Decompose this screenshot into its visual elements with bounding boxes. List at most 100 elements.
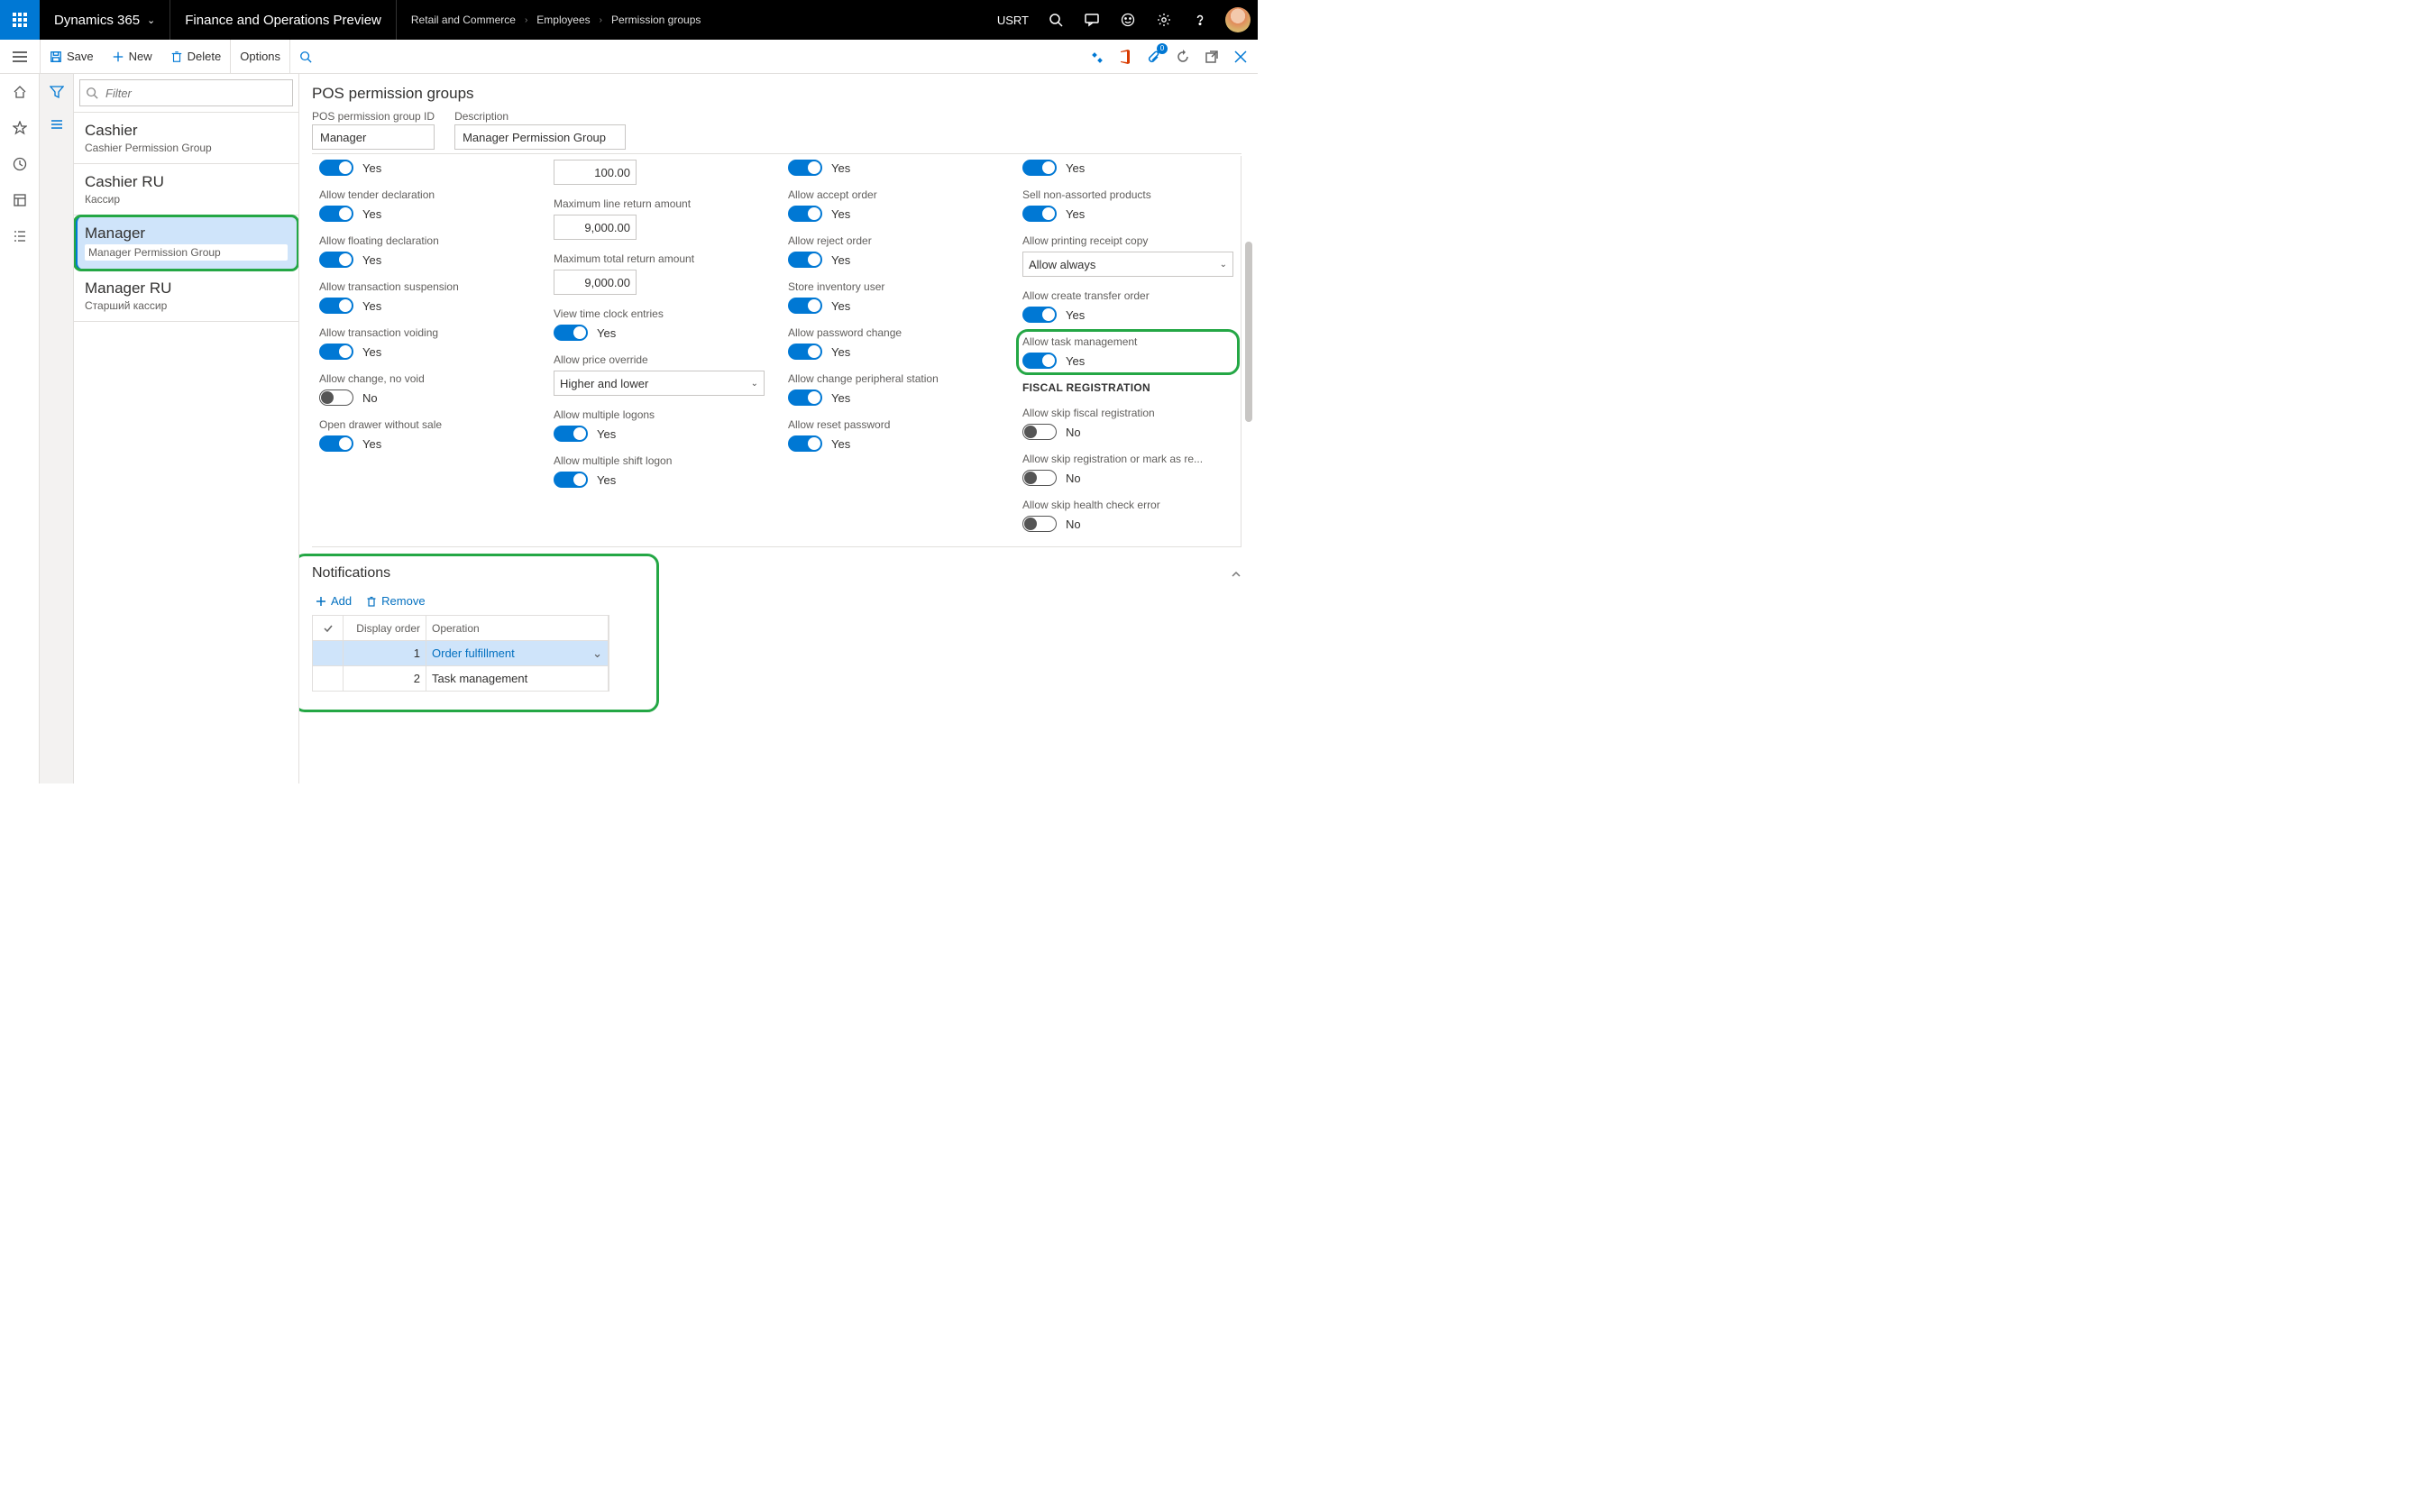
field-label: Maximum total return amount xyxy=(554,252,765,265)
save-button[interactable]: Save xyxy=(40,40,103,73)
list-view-button[interactable] xyxy=(44,112,69,137)
col-display-order[interactable]: Display order xyxy=(344,616,426,640)
list-filter-box[interactable] xyxy=(79,79,293,106)
table-row[interactable]: 2Task management xyxy=(313,666,609,692)
toggle-switch[interactable] xyxy=(788,160,822,176)
toggle-switch[interactable] xyxy=(554,426,588,442)
list-filter-input[interactable] xyxy=(104,86,287,101)
toggle-switch[interactable] xyxy=(319,298,353,314)
notif-add-button[interactable]: Add xyxy=(316,594,352,608)
form-field: Allow accept orderYes xyxy=(788,188,999,222)
breadcrumb-item[interactable]: Employees xyxy=(536,14,590,26)
col-operation[interactable]: Operation xyxy=(426,616,609,640)
delete-button[interactable]: Delete xyxy=(161,40,231,73)
list-item[interactable]: Cashier RUКассир xyxy=(74,164,298,215)
refresh-button[interactable] xyxy=(1171,45,1195,69)
table-row[interactable]: 1Order fulfillment⌄ xyxy=(313,641,609,666)
toggle-switch[interactable] xyxy=(319,344,353,360)
toggle-switch[interactable] xyxy=(788,389,822,406)
office-button[interactable] xyxy=(1113,45,1137,69)
toggle-switch[interactable] xyxy=(554,472,588,488)
dropdown[interactable]: Allow always⌄ xyxy=(1022,252,1233,277)
collapse-button[interactable] xyxy=(1231,569,1241,582)
app-launcher[interactable] xyxy=(0,0,40,40)
nav-pane-toggle[interactable] xyxy=(0,40,40,74)
toggle-switch[interactable] xyxy=(788,435,822,452)
attachments-button[interactable]: 0 xyxy=(1142,45,1166,69)
rail-favorites-button[interactable] xyxy=(9,117,31,139)
toggle-switch[interactable] xyxy=(319,252,353,268)
toggle-switch[interactable] xyxy=(319,160,353,176)
toggle-switch[interactable] xyxy=(1022,424,1057,440)
filter-pane-button[interactable] xyxy=(44,79,69,105)
field-label: Allow tender declaration xyxy=(319,188,530,201)
product-brand[interactable]: Dynamics 365 ⌄ xyxy=(40,0,170,40)
number-input[interactable]: 100.00 xyxy=(554,160,637,185)
avatar[interactable] xyxy=(1225,7,1251,32)
toggle-value: No xyxy=(362,391,378,405)
rail-workspaces-button[interactable] xyxy=(9,189,31,211)
number-input[interactable]: 9,000.00 xyxy=(554,270,637,295)
breadcrumb-item[interactable]: Retail and Commerce xyxy=(411,14,516,26)
toggle-value: Yes xyxy=(831,345,850,359)
toggle-switch[interactable] xyxy=(319,206,353,222)
page-search-button[interactable] xyxy=(290,40,321,73)
toggle-switch[interactable] xyxy=(319,435,353,452)
col-check[interactable] xyxy=(313,616,344,640)
toggle-switch[interactable] xyxy=(554,325,588,341)
list-item[interactable]: CashierCashier Permission Group xyxy=(74,113,298,164)
operation-cell[interactable]: Task management xyxy=(426,666,609,691)
list-item-subtitle: Manager Permission Group xyxy=(85,244,288,261)
permission-group-id-input[interactable]: Manager xyxy=(312,124,435,150)
toggle-switch[interactable] xyxy=(1022,206,1057,222)
data-connector-button[interactable] xyxy=(1085,45,1108,69)
number-input[interactable]: 9,000.00 xyxy=(554,215,637,240)
breadcrumb-item[interactable]: Permission groups xyxy=(611,14,701,26)
notif-remove-button[interactable]: Remove xyxy=(366,594,425,608)
toggle-switch[interactable] xyxy=(788,252,822,268)
module-title: Finance and Operations Preview xyxy=(170,0,397,40)
description-input[interactable]: Manager Permission Group xyxy=(454,124,626,150)
messages-button[interactable] xyxy=(1074,0,1110,40)
row-checkbox-cell[interactable] xyxy=(313,666,344,691)
display-order-cell[interactable]: 1 xyxy=(344,641,426,665)
company-code[interactable]: USRT xyxy=(988,14,1038,27)
new-button[interactable]: New xyxy=(103,40,161,73)
toggle-switch[interactable] xyxy=(319,389,353,406)
toggle-switch[interactable] xyxy=(1022,353,1057,369)
top-navbar: Dynamics 365 ⌄ Finance and Operations Pr… xyxy=(0,0,1258,40)
toggle-switch[interactable] xyxy=(1022,470,1057,486)
toggle-value: Yes xyxy=(1066,207,1085,221)
operation-cell[interactable]: Order fulfillment⌄ xyxy=(426,641,609,665)
dropdown-value: Allow always xyxy=(1029,258,1095,271)
display-order-cell[interactable]: 2 xyxy=(344,666,426,691)
row-checkbox-cell[interactable] xyxy=(313,641,344,665)
search-button[interactable] xyxy=(1038,0,1074,40)
notifications-section: Notifications Add Remove Display or xyxy=(312,560,1241,692)
dropdown[interactable]: Higher and lower⌄ xyxy=(554,371,765,396)
options-button[interactable]: Options xyxy=(230,40,290,73)
list-item[interactable]: ManagerManager Permission Group xyxy=(74,215,298,270)
toggle-switch[interactable] xyxy=(1022,307,1057,323)
section-title[interactable]: Notifications xyxy=(312,565,390,582)
vertical-scrollbar[interactable] xyxy=(1245,160,1252,665)
toggle-switch[interactable] xyxy=(788,298,822,314)
field-label: Allow skip registration or mark as re... xyxy=(1022,453,1233,465)
toggle-switch[interactable] xyxy=(788,344,822,360)
hamburger-icon xyxy=(13,51,27,62)
settings-button[interactable] xyxy=(1146,0,1182,40)
popout-button[interactable] xyxy=(1200,45,1223,69)
toggle-switch[interactable] xyxy=(1022,516,1057,532)
toggle-switch[interactable] xyxy=(1022,160,1057,176)
rail-home-button[interactable] xyxy=(9,81,31,103)
form-field: Yes xyxy=(1022,160,1233,176)
list-item[interactable]: Manager RUСтарший кассир xyxy=(74,270,298,322)
clock-icon xyxy=(13,157,27,171)
rail-modules-button[interactable] xyxy=(9,225,31,247)
rail-recent-button[interactable] xyxy=(9,153,31,175)
field-label: Open drawer without sale xyxy=(319,418,530,431)
feedback-button[interactable] xyxy=(1110,0,1146,40)
toggle-switch[interactable] xyxy=(788,206,822,222)
help-button[interactable] xyxy=(1182,0,1218,40)
close-button[interactable] xyxy=(1229,45,1252,69)
